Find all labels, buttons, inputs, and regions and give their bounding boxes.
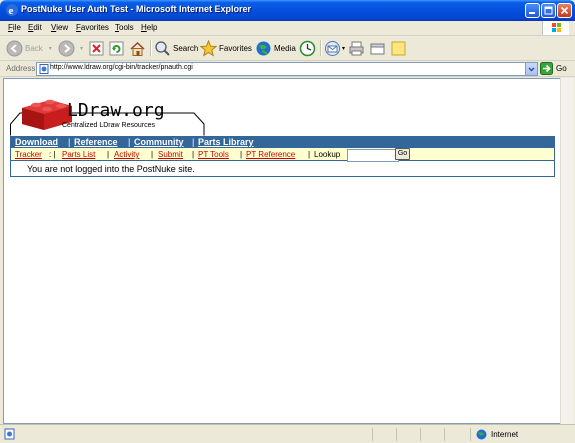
mail-button[interactable]: ▾: [324, 39, 345, 57]
message-box: You are not logged into the PostNuke sit…: [10, 161, 555, 177]
address-url: http://www.ldraw.org/cgi-bin/tracker/pna…: [50, 64, 193, 71]
browser-window: e PostNuke User Auth Test - Microsoft In…: [0, 0, 575, 443]
logo-subtitle: Centralized LDraw Resources: [62, 122, 155, 129]
history-icon: [299, 40, 316, 56]
nav-reference[interactable]: Reference: [74, 137, 118, 147]
messenger-button[interactable]: [390, 39, 407, 57]
sublink-activity[interactable]: Activity: [114, 150, 139, 159]
forward-dropdown-icon[interactable]: ▾: [80, 45, 83, 52]
login-status-message: You are not logged into the PostNuke sit…: [27, 164, 195, 174]
vertical-scrollbar[interactable]: [560, 78, 574, 424]
mail-icon: [325, 40, 340, 56]
zone-label: Internet: [491, 430, 519, 439]
address-input[interactable]: http://www.ldraw.org/cgi-bin/tracker/pna…: [36, 62, 538, 76]
nav-community[interactable]: Community: [134, 137, 184, 147]
menu-help[interactable]: Help: [141, 23, 157, 32]
media-button[interactable]: Media: [255, 39, 296, 57]
go-arrow-icon: [540, 62, 553, 75]
mail-dropdown-icon[interactable]: ▾: [342, 45, 345, 52]
page-icon: [39, 64, 49, 74]
refresh-button[interactable]: [109, 39, 124, 57]
nav-parts-library[interactable]: Parts Library: [198, 137, 254, 147]
go-button[interactable]: Go: [540, 62, 567, 75]
maximize-icon: [544, 6, 553, 15]
svg-text:e: e: [9, 5, 14, 17]
lookup-go-button[interactable]: Go: [395, 148, 410, 160]
windows-flag-icon: [552, 23, 561, 32]
stop-icon: [89, 41, 104, 55]
close-icon: [560, 6, 569, 15]
windows-logo: [542, 21, 569, 35]
status-bar: Internet: [0, 424, 575, 443]
note-icon: [391, 41, 406, 55]
forward-arrow-icon: [58, 40, 75, 56]
security-zone[interactable]: Internet: [476, 429, 518, 440]
sublink-pt-tools[interactable]: PT Tools: [198, 150, 229, 159]
home-icon: [130, 41, 145, 56]
media-globe-icon: [256, 41, 271, 55]
history-button[interactable]: [299, 39, 316, 57]
window-title: PostNuke User Auth Test - Microsoft Inte…: [21, 4, 252, 14]
minimize-icon: [529, 12, 535, 14]
sublink-pt-reference[interactable]: PT Reference: [246, 150, 295, 159]
back-arrow-icon: [6, 40, 23, 56]
search-button[interactable]: Search: [154, 39, 198, 57]
back-dropdown-icon[interactable]: ▾: [49, 45, 52, 52]
nav-download[interactable]: Download: [15, 137, 58, 147]
minimize-button[interactable]: [525, 3, 540, 18]
stop-button[interactable]: [89, 39, 104, 57]
refresh-icon: [109, 41, 124, 55]
menu-tools[interactable]: Tools: [115, 23, 134, 32]
search-icon: [155, 40, 170, 56]
home-button[interactable]: [129, 39, 146, 57]
forward-button[interactable]: ▾: [58, 39, 83, 57]
menu-favorites[interactable]: Favorites: [76, 23, 109, 32]
ie-logo-icon: e: [6, 4, 18, 17]
star-icon: [200, 39, 217, 57]
sublink-submit[interactable]: Submit: [158, 150, 183, 159]
favorites-button[interactable]: Favorites: [200, 39, 252, 57]
sublink-parts-list[interactable]: Parts List: [62, 150, 95, 159]
logo-text: LDraw.org: [67, 100, 165, 121]
menu-file[interactable]: File: [8, 23, 21, 32]
page-content: LDraw.org Centralized LDraw Resources Do…: [3, 78, 561, 424]
ldraw-header: LDraw.org Centralized LDraw Resources: [10, 96, 205, 136]
address-bar: Address http://www.ldraw.org/cgi-bin/tra…: [0, 61, 575, 77]
maximize-button[interactable]: [541, 3, 556, 18]
address-label: Address: [6, 64, 36, 73]
printer-icon: [349, 41, 364, 55]
tracker-subnav: Tracker : | Parts List | Activity | Subm…: [10, 148, 555, 162]
main-nav: Download | Reference | Community | Parts…: [10, 136, 555, 148]
menu-edit[interactable]: Edit: [28, 23, 42, 32]
edit-page-icon: [370, 43, 385, 54]
address-dropdown[interactable]: [525, 63, 537, 75]
toolbar: Back ▾ ▾ Search Favorites Media ▾: [0, 36, 575, 61]
close-button[interactable]: [557, 3, 572, 18]
sublink-tracker[interactable]: Tracker: [15, 150, 42, 159]
edit-button[interactable]: [369, 39, 386, 57]
menu-bar: File Edit View Favorites Tools Help: [0, 21, 575, 36]
print-button[interactable]: [348, 39, 365, 57]
menu-view[interactable]: View: [51, 23, 68, 32]
lookup-label: Lookup: [314, 150, 341, 159]
chevron-down-icon: [528, 67, 535, 72]
internet-globe-icon: [476, 429, 487, 440]
back-button[interactable]: Back ▾: [6, 39, 52, 57]
title-bar[interactable]: e PostNuke User Auth Test - Microsoft In…: [0, 0, 575, 21]
page-done-icon: [4, 428, 15, 440]
